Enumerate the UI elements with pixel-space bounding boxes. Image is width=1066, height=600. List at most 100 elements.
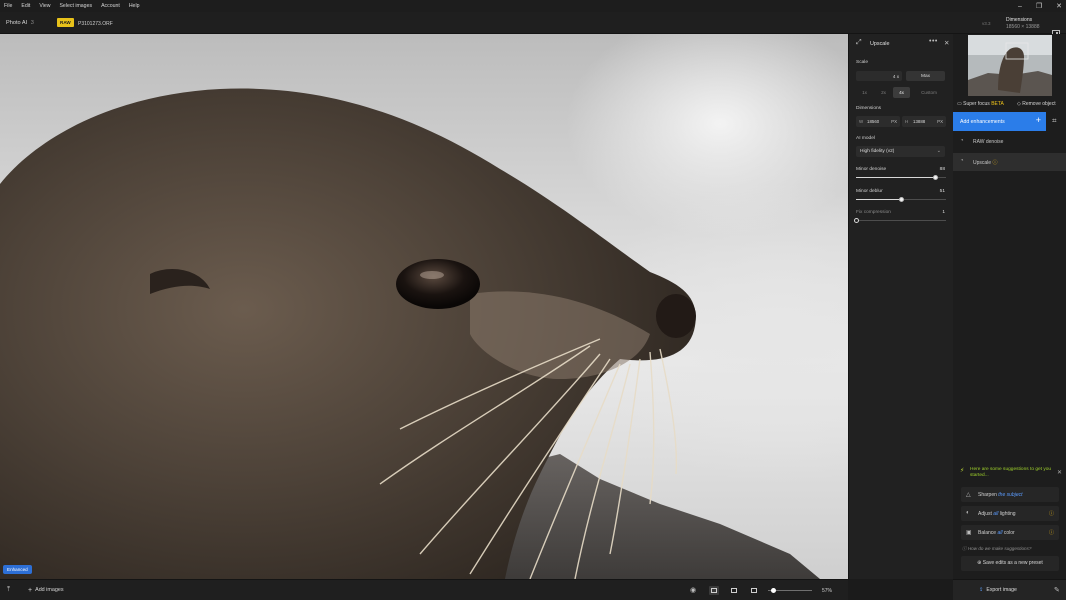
suggestion-verb: Adjust [978, 510, 992, 517]
export-icon: ⇪ [979, 587, 984, 593]
fix-compression-knob[interactable] [853, 218, 859, 223]
height-input[interactable]: H 13888 PX [902, 116, 946, 127]
add-enhancements-button[interactable]: Add enhancements + [953, 112, 1046, 131]
menu-edit[interactable]: Edit [17, 3, 35, 9]
scale-option-custom[interactable]: Custom [912, 87, 946, 98]
scale-label: Scale [856, 60, 868, 65]
header-dimensions: Dimensions 18560 × 13888 [1006, 17, 1040, 31]
version-hint: v3.3 [982, 21, 991, 26]
suggestion-sharpen-text: Sharpen the subject [978, 492, 1022, 498]
expand-icon[interactable]: ⤢ [856, 39, 862, 47]
save-preset-button[interactable]: ⊕ Save edits as a new preset [961, 556, 1059, 571]
upscale-label: Upscale [973, 160, 992, 166]
suggestion-balance-color[interactable]: ▣ Balance all color ⓘ [961, 525, 1059, 540]
fix-compression-value: 1 [942, 210, 945, 215]
bottom-toolbar: ⤒ + Add images ◉ 57% [0, 579, 848, 600]
export-image-button[interactable]: ⇪ Export image [979, 587, 1017, 593]
more-options-icon[interactable]: ••• [929, 38, 938, 45]
zoom-slider-knob[interactable] [770, 587, 776, 593]
suggestion-mid: all [997, 529, 1003, 536]
scale-input[interactable]: 4 x [856, 71, 902, 81]
minor-deblur-knob[interactable] [899, 197, 905, 202]
seal-photo [0, 88, 820, 579]
ai-model-select[interactable]: High fidelity (v2) ⌄ [856, 146, 945, 157]
file-name: P3101273.ORF [78, 20, 113, 27]
suggestion-adjust-text: Adjust all lighting [978, 511, 1016, 517]
image-canvas[interactable]: Enhanced [0, 34, 848, 579]
ai-model-label: AI model [856, 136, 875, 141]
maximize-button[interactable]: ❐ [1036, 2, 1042, 10]
upload-icon[interactable]: ⤒ [7, 586, 10, 594]
info-icon: ⓘ [992, 160, 998, 166]
height-value: 13888 [913, 119, 926, 124]
how-suggestions-link[interactable]: ⓘ How do we make suggestions? [962, 546, 1031, 552]
upscale-panel: ⤢ Upscale ••• ✕ Scale 4 x Max 1x 2x 4x C… [848, 34, 953, 579]
export-bar: ⇪ Export image ✎ [953, 579, 1066, 600]
height-unit[interactable]: PX [937, 119, 943, 124]
plus-icon: + [1035, 115, 1041, 125]
scale-option-4x[interactable]: 4x [893, 87, 910, 98]
single-view-button[interactable] [709, 586, 719, 595]
fix-compression-label: Fix compression [856, 210, 891, 215]
minor-deblur-value: 51 [939, 189, 945, 194]
suggestion-obj: lighting [999, 510, 1016, 517]
fix-compression-slider[interactable] [856, 220, 946, 221]
add-images-button[interactable]: + Add images [28, 587, 64, 594]
crop-icon[interactable]: ⌗ [1052, 116, 1057, 126]
suggestion-verb: Sharpen [978, 491, 997, 498]
minimize-button[interactable]: – [1018, 3, 1022, 10]
triangle-icon: △ [966, 491, 971, 498]
width-value: 18560 [867, 119, 880, 124]
width-key: W [859, 119, 864, 124]
app-name: Photo AI [6, 20, 28, 26]
raw-denoise-icon: ◔ [960, 138, 964, 144]
upscale-item-text: Upscale ⓘ [973, 159, 997, 166]
image-thumbnail[interactable] [968, 35, 1052, 96]
close-panel-icon[interactable]: ✕ [944, 39, 949, 47]
enhanced-badge[interactable]: Enhanced [3, 565, 32, 574]
preview-eye-icon[interactable]: ◉ [690, 586, 696, 594]
thumbnail-preview [968, 35, 1052, 96]
dimensions-value: 18560 × 13888 [1006, 24, 1040, 30]
suggestions-header-text: Here are some suggestions to get you sta… [970, 467, 1052, 478]
scale-option-2x[interactable]: 2x [875, 87, 892, 98]
menu-view[interactable]: View [35, 3, 55, 9]
enhancement-raw-denoise[interactable]: ◔ RAW denoise [953, 133, 1066, 151]
max-button[interactable]: Max [906, 71, 945, 81]
height-key: H [905, 119, 909, 124]
panel-title: Upscale [870, 41, 890, 47]
super-focus-icon: ▭ [957, 101, 962, 107]
width-unit[interactable]: PX [891, 119, 897, 124]
super-focus-button[interactable]: ▭ Super focus BETA [957, 101, 1004, 107]
lightning-icon: ⚡ [960, 468, 965, 474]
menu-help[interactable]: Help [125, 3, 145, 9]
app-header: Photo AI 3 RAW P3101273.ORF v3.3 Dimensi… [0, 12, 1066, 38]
suggestion-adjust-lighting[interactable]: ◐ Adjust all lighting ⓘ [961, 506, 1059, 521]
scale-option-1x[interactable]: 1x [856, 87, 873, 98]
zoom-value[interactable]: 57% [822, 588, 832, 594]
chevron-down-icon: ⌄ [936, 148, 941, 154]
suggestion-sharpen[interactable]: △ Sharpen the subject [961, 487, 1059, 502]
side-by-side-view-button[interactable] [729, 586, 739, 595]
menu-bar: File Edit View Select images Account Hel… [0, 0, 1066, 12]
remove-object-button[interactable]: ◇ Remove object [1017, 101, 1056, 107]
minor-denoise-knob[interactable] [932, 175, 938, 180]
split-view-button[interactable] [749, 586, 759, 595]
scale-value: 4 x [892, 73, 899, 79]
menu-file[interactable]: File [0, 3, 17, 9]
add-images-label: Add images [35, 587, 64, 593]
edit-icon[interactable]: ✎ [1054, 586, 1060, 594]
menu-select-images[interactable]: Select images [55, 3, 97, 9]
right-sidebar: ▭ Super focus BETA ◇ Remove object Add e… [953, 34, 1066, 579]
menu-account[interactable]: Account [97, 3, 125, 9]
lighting-icon: ◐ [966, 509, 970, 516]
minor-deblur-label: Minor deblur [856, 189, 883, 194]
close-suggestions-icon[interactable]: ✕ [1057, 469, 1062, 476]
width-input[interactable]: W 18560 PX [856, 116, 900, 127]
suggestion-mid: all [993, 510, 999, 517]
enhancement-upscale[interactable]: ◔ Upscale ⓘ [953, 153, 1066, 171]
max-label: Max [920, 73, 931, 79]
dimensions-label: Dimensions [1006, 17, 1033, 23]
dimensions-section-label: Dimensions [856, 106, 882, 111]
close-window-button[interactable]: ✕ [1056, 2, 1062, 10]
